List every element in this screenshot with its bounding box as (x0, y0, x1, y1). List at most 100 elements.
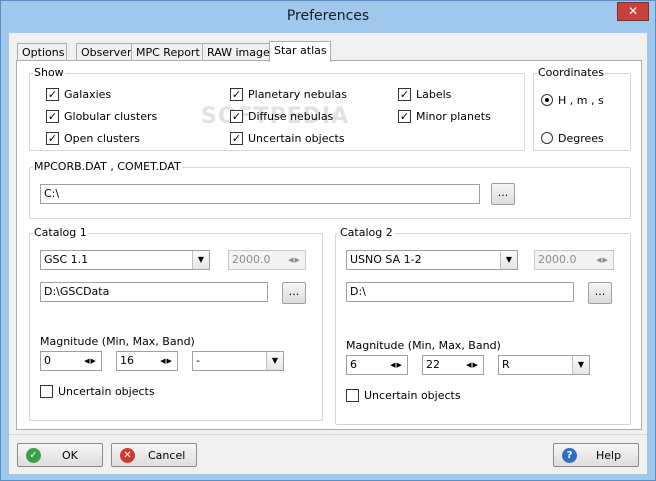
mpcorb-browse-button[interactable]: ... (491, 183, 515, 205)
catalog1-epoch-spinner[interactable]: 2000.0 ◀▶ (228, 250, 306, 270)
chevron-down-icon: ▼ (266, 352, 283, 370)
degrees-radio[interactable] (541, 132, 553, 144)
help-label: Help (596, 449, 622, 462)
catalog1-mag-max-value: 16 (120, 354, 134, 367)
labels-label: Labels (416, 88, 452, 101)
show-legend: Show (33, 66, 65, 79)
check-icon: ✓ (47, 132, 58, 145)
open-clusters-checkbox[interactable]: ✓ (46, 132, 59, 145)
catalog1-mag-min-value: 0 (44, 354, 51, 367)
hms-radio[interactable] (541, 94, 553, 106)
uncertain-objects-label: Uncertain objects (248, 132, 345, 145)
catalog1-select-value: GSC 1.1 (44, 253, 89, 266)
spin-arrows-icon: ◀▶ (596, 256, 609, 264)
catalog2-select-value: USNO SA 1-2 (350, 253, 422, 266)
catalog1-mag-max-spinner[interactable]: 16 ◀▶ (116, 351, 178, 371)
spin-arrows-icon: ◀▶ (288, 256, 301, 264)
catalog1-band-value: - (196, 354, 200, 367)
ok-button[interactable]: ✓ OK (17, 443, 103, 467)
catalog2-browse-button[interactable]: ... (588, 282, 612, 304)
ok-check-icon: ✓ (26, 448, 41, 463)
tab-mpc-report[interactable]: MPC Report (131, 43, 203, 61)
catalog1-path-input[interactable]: D:\GSCData (40, 282, 268, 302)
degrees-label: Degrees (558, 132, 604, 145)
ok-label: OK (62, 449, 78, 462)
check-icon: ✓ (47, 88, 58, 101)
catalog2-uncertain-checkbox[interactable] (346, 389, 359, 402)
cancel-x-icon: ✕ (120, 448, 135, 463)
catalog2-path-input[interactable]: D:\ (346, 282, 574, 302)
tab-observer[interactable]: Observer (76, 43, 132, 61)
spin-arrows-icon: ◀▶ (160, 357, 173, 365)
catalog2-mag-min-value: 6 (350, 358, 357, 371)
minor-planets-checkbox[interactable]: ✓ (398, 110, 411, 123)
catalog1-uncertain-checkbox[interactable] (40, 385, 53, 398)
labels-checkbox[interactable]: ✓ (398, 88, 411, 101)
catalog1-browse-button[interactable]: ... (282, 282, 306, 304)
spin-arrows-icon: ◀▶ (390, 361, 403, 369)
catalog2-band-value: R (502, 358, 510, 371)
open-clusters-label: Open clusters (64, 132, 141, 145)
catalog1-mag-min-spinner[interactable]: 0 ◀▶ (40, 351, 102, 371)
close-icon: ✕ (627, 4, 639, 18)
coordinates-group: Coordinates H , m , s Degrees (533, 66, 631, 151)
tab-star-atlas[interactable]: Star atlas (269, 41, 331, 62)
spin-arrows-icon: ◀▶ (84, 357, 97, 365)
show-group: Show ✓ Galaxies ✓ Globular clusters ✓ Op… (29, 66, 525, 151)
cancel-label: Cancel (148, 449, 186, 462)
catalog1-legend: Catalog 1 (33, 226, 88, 239)
planetary-nebulas-checkbox[interactable]: ✓ (230, 88, 243, 101)
tab-raw-images[interactable]: RAW images (202, 43, 276, 61)
catalog1-magnitude-label: Magnitude (Min, Max, Band) (40, 335, 195, 348)
chevron-down-icon: ▼ (572, 356, 589, 374)
mpcorb-legend: MPCORB.DAT , COMET.DAT (33, 160, 182, 173)
help-button[interactable]: ? Help (553, 443, 639, 467)
catalog2-mag-max-spinner[interactable]: 22 ◀▶ (422, 355, 484, 375)
minor-planets-label: Minor planets (416, 110, 491, 123)
check-icon: ✓ (231, 88, 242, 101)
catalog1-uncertain-label: Uncertain objects (58, 385, 155, 398)
title-bar[interactable]: Preferences ✕ (1, 1, 655, 33)
mpcorb-group: MPCORB.DAT , COMET.DAT C:\ ... (29, 160, 631, 219)
catalog2-epoch-value: 2000.0 (538, 253, 577, 266)
tab-options[interactable]: Options (17, 43, 67, 61)
globular-clusters-label: Globular clusters (64, 110, 158, 123)
planetary-nebulas-label: Planetary nebulas (248, 88, 347, 101)
catalog1-band-select[interactable]: - ▼ (192, 351, 284, 371)
preferences-window: Preferences ✕ Options Observer MPC Repor… (0, 0, 656, 481)
mpcorb-path-input[interactable]: C:\ (40, 184, 480, 204)
catalog2-magnitude-label: Magnitude (Min, Max, Band) (346, 339, 501, 352)
check-icon: ✓ (231, 110, 242, 123)
catalog2-legend: Catalog 2 (339, 226, 394, 239)
hms-label: H , m , s (558, 94, 604, 107)
catalog2-band-select[interactable]: R ▼ (498, 355, 590, 375)
catalog2-mag-min-spinner[interactable]: 6 ◀▶ (346, 355, 408, 375)
check-icon: ✓ (399, 88, 410, 101)
chevron-down-icon: ▼ (192, 251, 209, 269)
check-icon: ✓ (47, 110, 58, 123)
check-icon: ✓ (231, 132, 242, 145)
close-window-button[interactable]: ✕ (617, 2, 649, 21)
dialog-client: Options Observer MPC Report RAW images S… (9, 33, 647, 474)
catalog1-group: Catalog 1 GSC 1.1 ▼ 2000.0 ◀▶ D:\GSCData… (29, 226, 323, 421)
catalog2-group: Catalog 2 USNO SA 1-2 ▼ 2000.0 ◀▶ D:\ ..… (335, 226, 631, 425)
window-title: Preferences (286, 8, 370, 24)
catalog1-epoch-value: 2000.0 (232, 253, 271, 266)
diffuse-nebulas-label: Diffuse nebulas (248, 110, 334, 123)
help-question-icon: ? (562, 448, 577, 463)
spin-arrows-icon: ◀▶ (466, 361, 479, 369)
catalog2-epoch-spinner[interactable]: 2000.0 ◀▶ (534, 250, 614, 270)
cancel-button[interactable]: ✕ Cancel (111, 443, 197, 467)
diffuse-nebulas-checkbox[interactable]: ✓ (230, 110, 243, 123)
check-icon: ✓ (399, 110, 410, 123)
footer-divider (9, 434, 647, 435)
catalog2-select[interactable]: USNO SA 1-2 ▼ (346, 250, 518, 270)
globular-clusters-checkbox[interactable]: ✓ (46, 110, 59, 123)
galaxies-checkbox[interactable]: ✓ (46, 88, 59, 101)
uncertain-objects-checkbox[interactable]: ✓ (230, 132, 243, 145)
chevron-down-icon: ▼ (500, 251, 517, 269)
catalog1-select[interactable]: GSC 1.1 ▼ (40, 250, 210, 270)
coordinates-legend: Coordinates (537, 66, 606, 79)
catalog2-mag-max-value: 22 (426, 358, 440, 371)
galaxies-label: Galaxies (64, 88, 112, 101)
